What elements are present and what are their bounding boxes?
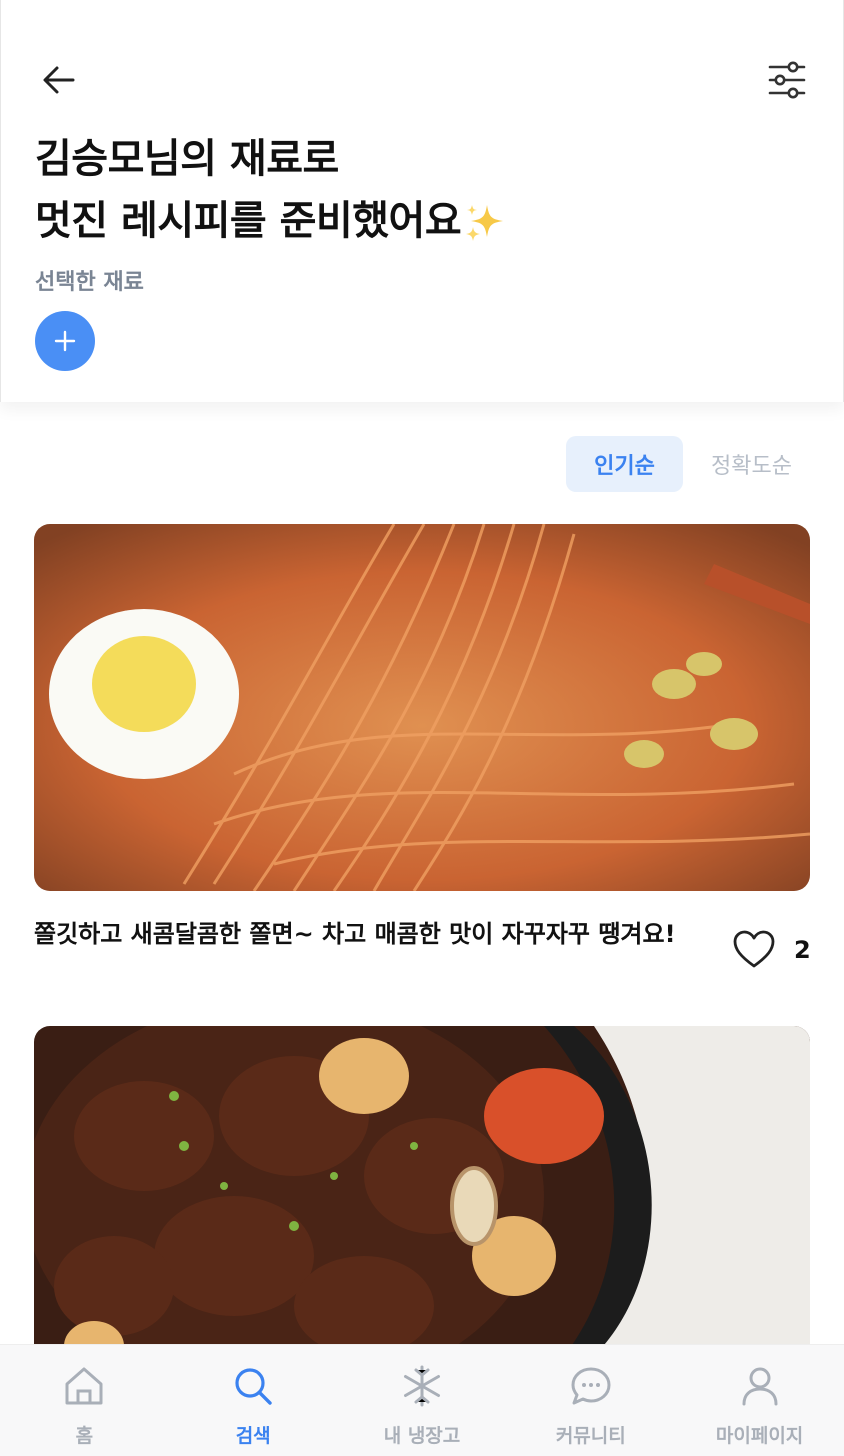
filter-button[interactable] (763, 56, 811, 104)
plus-icon (54, 330, 76, 352)
tab-fridge[interactable]: 내 냉장고 (338, 1345, 507, 1456)
add-ingredient-button[interactable] (35, 311, 95, 371)
person-icon (737, 1363, 783, 1409)
recipe-image[interactable] (34, 1026, 810, 1356)
sliders-icon (768, 61, 806, 99)
recipe-title[interactable]: 쫄깃하고 새콤달콤한 쫄면~ 차고 매콤한 맛이 자꾸자꾸 땡겨요! (34, 917, 704, 951)
arrow-left-icon (43, 66, 75, 94)
snowflake-icon (399, 1363, 445, 1409)
home-icon (61, 1363, 107, 1409)
tab-mypage-label: 마이페이지 (715, 1425, 804, 1447)
like-count: 2 (794, 936, 811, 964)
like-button[interactable] (732, 928, 778, 972)
heart-icon (733, 930, 775, 968)
braised-ribs-photo (34, 1026, 810, 1356)
title-line-2: 멋진 레시피를 준비했어요 (35, 198, 462, 244)
tab-mypage[interactable]: 마이페이지 (675, 1345, 844, 1456)
tab-home[interactable]: 홈 (0, 1345, 169, 1456)
recipe-image[interactable] (34, 524, 810, 891)
bottom-tab-bar: 홈 검색 내 냉장고 커뮤니티 마이페이지 (0, 1344, 844, 1456)
chat-bubble-icon (568, 1363, 614, 1409)
title-line-1: 김승모님의 재료로 (35, 136, 339, 182)
tab-community[interactable]: 커뮤니티 (506, 1345, 675, 1456)
sort-popular-tab[interactable]: 인기순 (566, 436, 683, 492)
selected-ingredients-label: 선택한 재료 (35, 270, 144, 295)
page-title: 김승모님의 재료로 멋진 레시피를 준비했어요 (35, 128, 507, 252)
sort-accuracy-tab[interactable]: 정확도순 (693, 436, 810, 492)
back-button[interactable] (37, 58, 81, 102)
header: 김승모님의 재료로 멋진 레시피를 준비했어요 선택한 재료 (0, 0, 844, 402)
sparkles-icon (466, 205, 504, 241)
sort-tabs: 인기순 정확도순 (566, 436, 810, 492)
search-icon (230, 1363, 276, 1409)
tab-fridge-label: 내 냉장고 (383, 1425, 461, 1447)
tab-community-label: 커뮤니티 (555, 1425, 626, 1447)
noodles-photo (34, 524, 810, 891)
tab-search-label: 검색 (235, 1425, 271, 1447)
tab-search[interactable]: 검색 (169, 1345, 338, 1456)
tab-home-label: 홈 (75, 1425, 94, 1447)
